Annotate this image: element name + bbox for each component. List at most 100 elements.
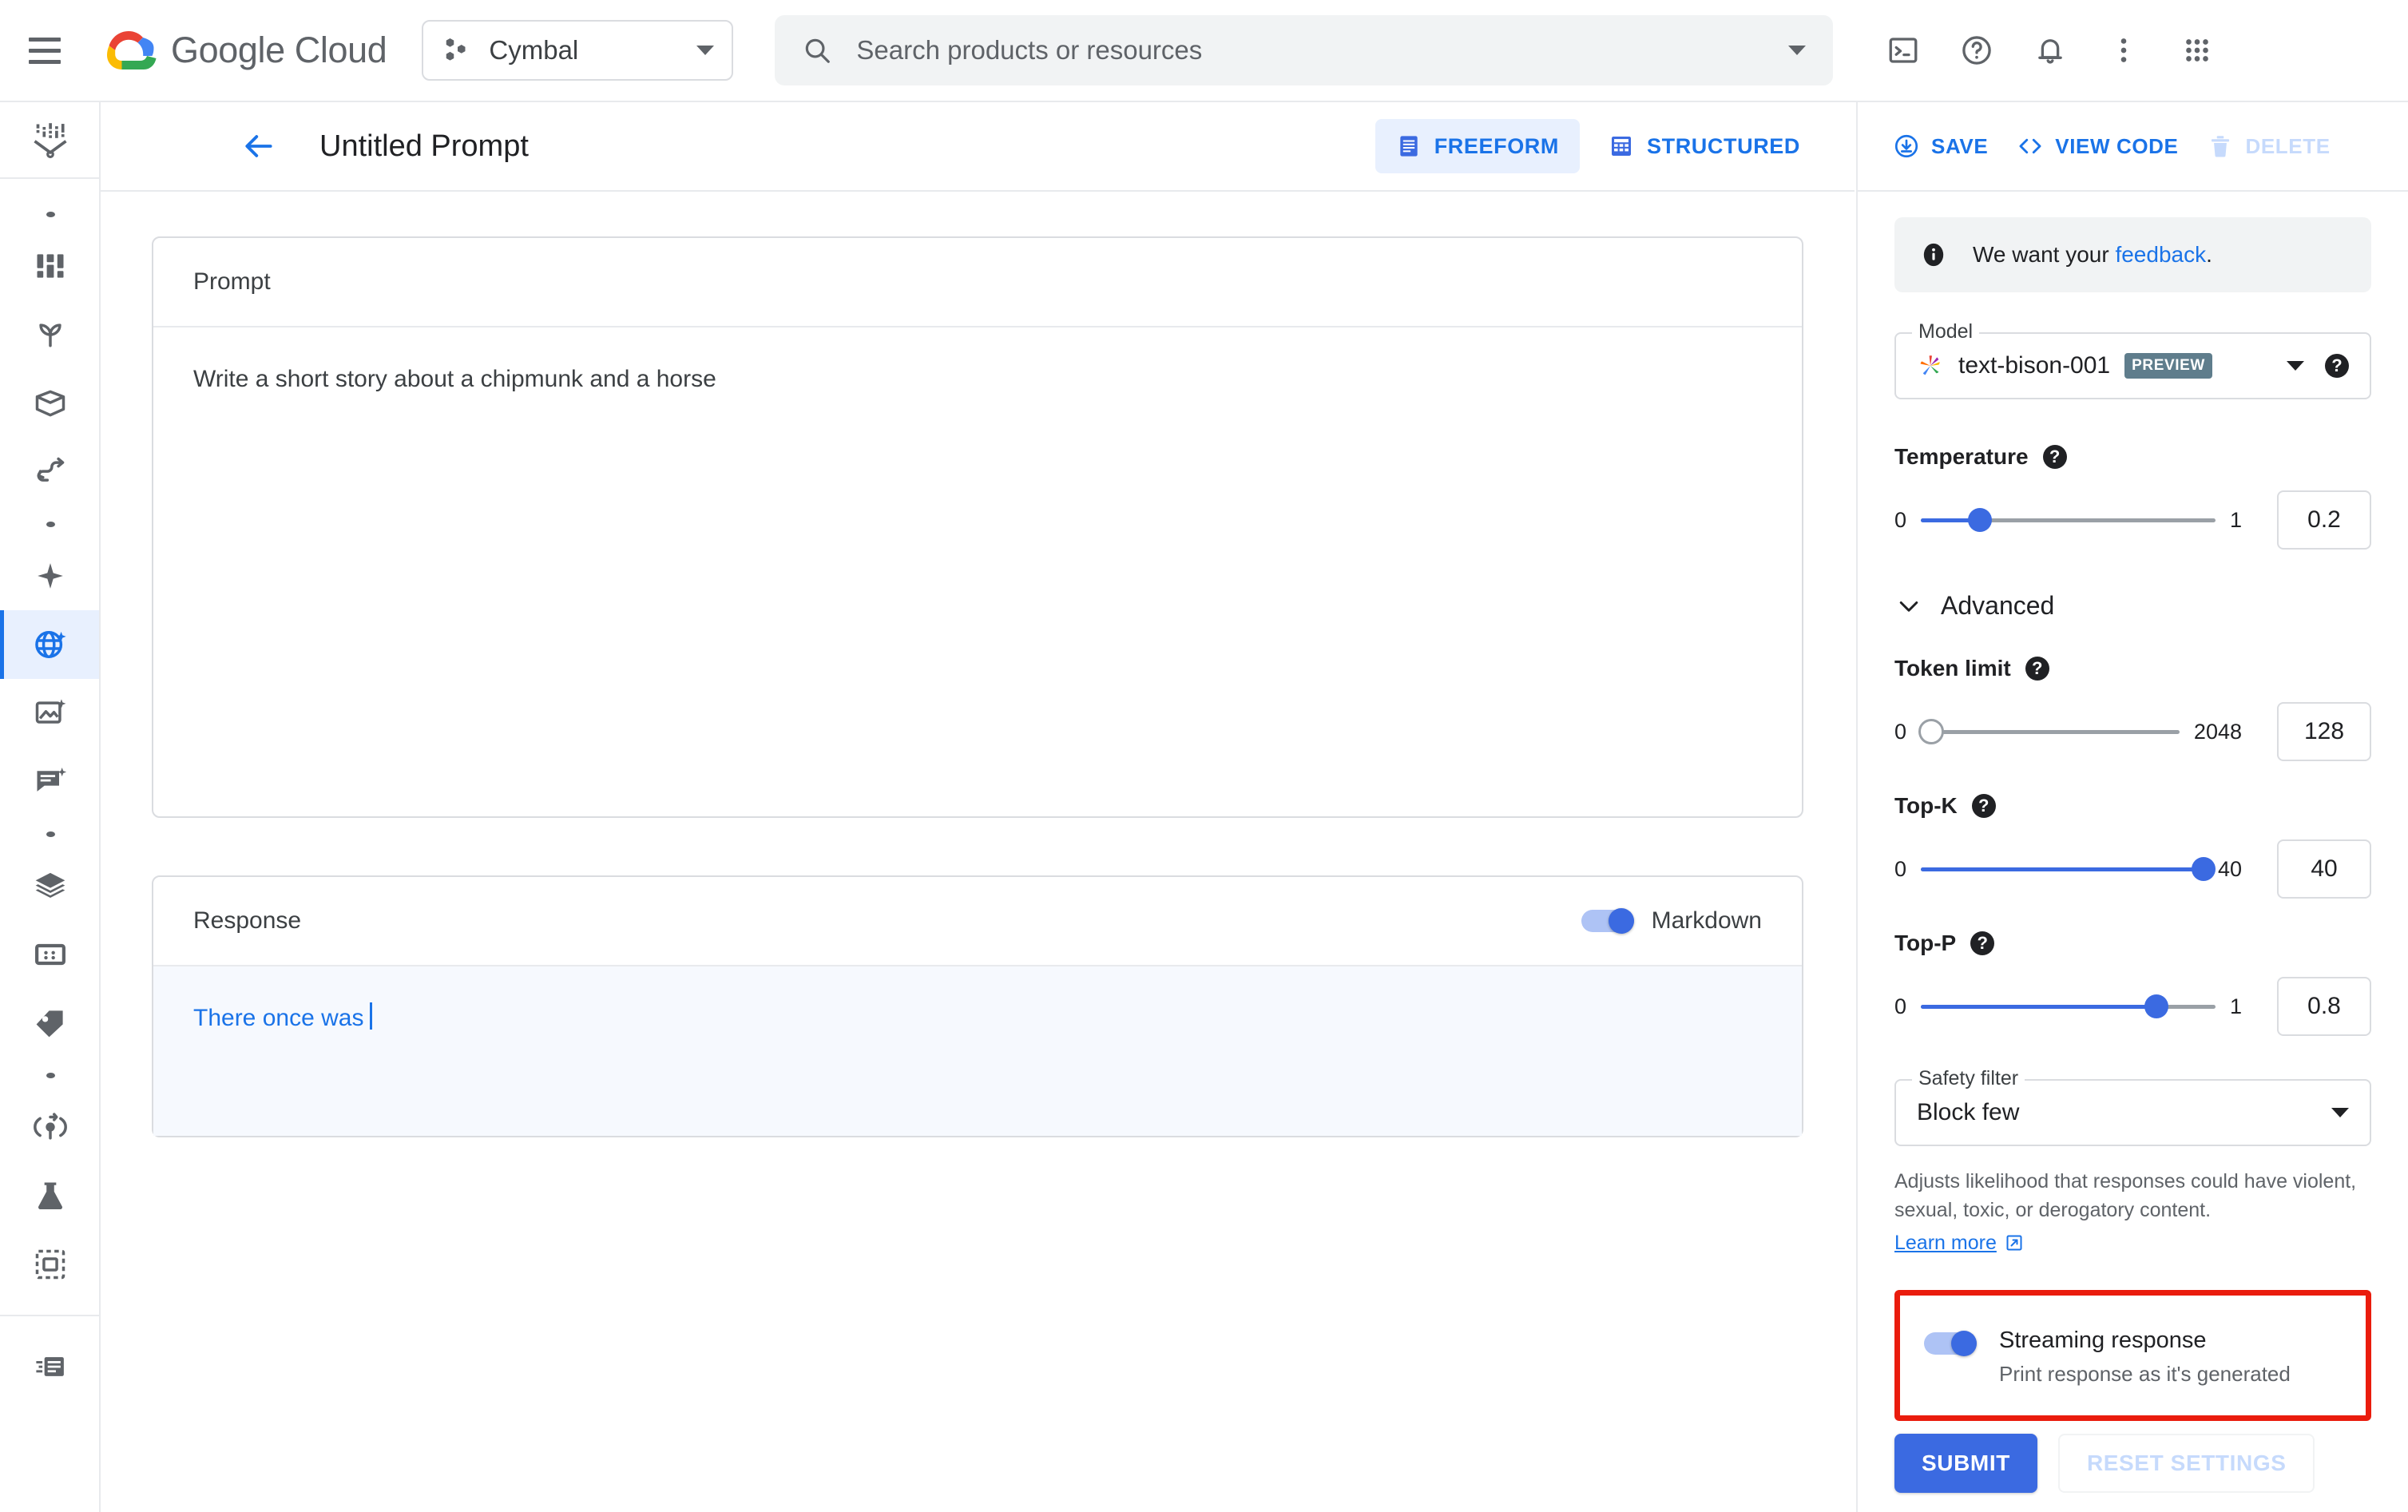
model-caret-down-icon[interactable] <box>2287 361 2304 371</box>
top-k-help-circle-icon[interactable]: ? <box>1971 794 1996 818</box>
learn-more-label: Learn more <box>1894 1231 1997 1254</box>
temperature-value-input[interactable]: 0.2 <box>2277 490 2371 550</box>
safety-filter-learn-more-link[interactable]: Learn more <box>1894 1232 2024 1255</box>
save-button-label: SAVE <box>1931 133 1989 158</box>
sidebar-item-pipelines[interactable] <box>0 369 99 438</box>
token-limit-param: Token limit ? 0 2048 128 <box>1894 656 2371 761</box>
streaming-response-row[interactable]: Streaming response Print response as it'… <box>1924 1327 2342 1387</box>
preview-badge: PREVIEW <box>2124 353 2212 379</box>
submit-button[interactable]: SUBMIT <box>1894 1433 2037 1493</box>
top-k-param: Top-K ? 0 40 40 <box>1894 793 2371 899</box>
advanced-section-toggle[interactable]: Advanced <box>1894 591 2371 621</box>
safety-filter-label: Safety filter <box>1912 1067 2025 1090</box>
google-cloud-logo[interactable]: Google Cloud <box>107 30 387 71</box>
training-icon <box>33 1109 68 1145</box>
top-p-min-label: 0 <box>1894 994 1907 1018</box>
feature-store-icon <box>33 937 68 972</box>
brand-name: Google Cloud <box>171 30 387 70</box>
response-card-header: Response Markdown <box>153 877 1802 966</box>
language-studio-icon <box>33 627 68 662</box>
tab-structured[interactable]: STRUCTURED <box>1588 119 1821 173</box>
top-p-slider[interactable] <box>1921 993 2216 1020</box>
search-input[interactable] <box>856 35 1773 65</box>
top-p-label: Top-P <box>1894 931 1957 955</box>
top-k-label: Top-K <box>1894 793 1958 818</box>
sidebar-item-training[interactable] <box>0 1093 99 1161</box>
top-k-slider-fill <box>1921 867 2204 871</box>
sidebar-item-chat-studio[interactable] <box>0 748 99 816</box>
sidebar-item-model-garden[interactable] <box>0 300 99 369</box>
sidebar-item-feature-store[interactable] <box>0 920 99 989</box>
prompt-textarea[interactable]: Write a short story about a chipmunk and… <box>153 327 1802 816</box>
top-p-help-circle-icon[interactable]: ? <box>1970 931 1995 955</box>
top-p-param: Top-P ? 0 1 0.8 <box>1894 931 2371 1036</box>
temperature-slider[interactable] <box>1921 506 2216 534</box>
model-select[interactable]: Model text-bison-001 PREVIEW ? <box>1894 320 2371 399</box>
token-limit-slider-thumb[interactable] <box>1918 719 1944 744</box>
feedback-banner-text: We want your feedback. <box>1973 242 2212 268</box>
view-code-button[interactable]: VIEW CODE <box>2004 120 2191 173</box>
tab-freeform[interactable]: FREEFORM <box>1375 119 1580 173</box>
rail-section-dot <box>0 196 99 232</box>
safety-filter-caret-down-icon[interactable] <box>2331 1108 2349 1117</box>
safety-filter-select[interactable]: Safety filter Block few <box>1894 1067 2371 1146</box>
workflows-icon <box>33 454 68 490</box>
temperature-slider-thumb[interactable] <box>1967 508 1992 532</box>
hamburger-menu-icon[interactable] <box>29 28 73 73</box>
cloud-shell-icon[interactable] <box>1870 17 1937 84</box>
streaming-response-highlight: Streaming response Print response as it'… <box>1894 1289 2371 1421</box>
token-limit-slider[interactable] <box>1918 718 2180 745</box>
streaming-response-toggle[interactable] <box>1924 1330 1977 1356</box>
top-p-value-input[interactable]: 0.8 <box>2277 977 2371 1036</box>
sidebar-item-language-studio[interactable] <box>0 610 99 679</box>
temperature-label-row: Temperature ? <box>1894 444 2371 470</box>
search-icon <box>802 35 832 65</box>
left-icon-rail <box>0 102 101 1512</box>
tab-structured-label: STRUCTURED <box>1647 133 1800 158</box>
sidebar-item-generative[interactable] <box>0 542 99 610</box>
sidebar-item-metadata[interactable] <box>0 1230 99 1299</box>
reset-settings-button: RESET SETTINGS <box>2057 1433 2315 1493</box>
model-help-circle-icon[interactable]: ? <box>2325 354 2349 378</box>
datasets-icon <box>33 868 68 903</box>
sidebar-item-workflows[interactable] <box>0 438 99 506</box>
metadata-icon <box>33 1247 68 1282</box>
feedback-text-before: We want your <box>1973 242 2116 267</box>
sidebar-item-labeling-tasks[interactable] <box>0 989 99 1058</box>
sidebar-item-vision-studio[interactable] <box>0 679 99 748</box>
streaming-cursor-icon <box>370 1002 373 1030</box>
parameters-panel-header: SAVE VIEW CODE DELETE <box>1858 102 2408 192</box>
top-k-value-input[interactable]: 40 <box>2277 839 2371 899</box>
search-chevron-down-icon[interactable] <box>1788 46 1807 55</box>
sidebar-item-dashboard[interactable] <box>0 232 99 300</box>
help-icon[interactable] <box>1943 17 2010 84</box>
response-text: There once was <box>193 1005 364 1031</box>
top-k-slider[interactable] <box>1921 855 2216 883</box>
temperature-max-label: 1 <box>2229 507 2242 532</box>
vertex-ai-logo-icon[interactable] <box>0 102 99 179</box>
notifications-icon[interactable] <box>2017 17 2084 84</box>
temperature-label: Temperature <box>1894 444 2029 469</box>
top-k-slider-thumb[interactable] <box>2191 857 2216 881</box>
sidebar-item-datasets[interactable] <box>0 851 99 920</box>
back-arrow-icon[interactable] <box>232 119 286 173</box>
sidebar-item-experiments[interactable] <box>0 1161 99 1230</box>
markdown-toggle-group[interactable]: Markdown <box>1581 907 1762 935</box>
labeling-tasks-icon <box>33 1006 68 1041</box>
temperature-help-circle-icon[interactable]: ? <box>2042 445 2067 469</box>
feedback-link[interactable]: feedback <box>2115 242 2206 267</box>
save-button[interactable]: SAVE <box>1880 120 2001 173</box>
token-limit-label-row: Token limit ? <box>1894 656 2371 681</box>
apps-grid-icon[interactable] <box>2164 17 2231 84</box>
sidebar-item-release-notes[interactable] <box>0 1332 99 1401</box>
more-vert-icon[interactable] <box>2090 17 2157 84</box>
rail-section-dot <box>0 506 99 542</box>
top-p-slider-thumb[interactable] <box>2144 994 2169 1018</box>
streaming-toggle-knob <box>1951 1330 1977 1356</box>
markdown-toggle[interactable] <box>1581 908 1634 934</box>
project-picker[interactable]: Cymbal <box>422 20 734 81</box>
token-limit-value-input[interactable]: 128 <box>2277 702 2371 761</box>
global-search-bar[interactable] <box>775 15 1834 85</box>
project-name: Cymbal <box>489 35 579 65</box>
token-limit-help-circle-icon[interactable]: ? <box>2025 657 2049 681</box>
